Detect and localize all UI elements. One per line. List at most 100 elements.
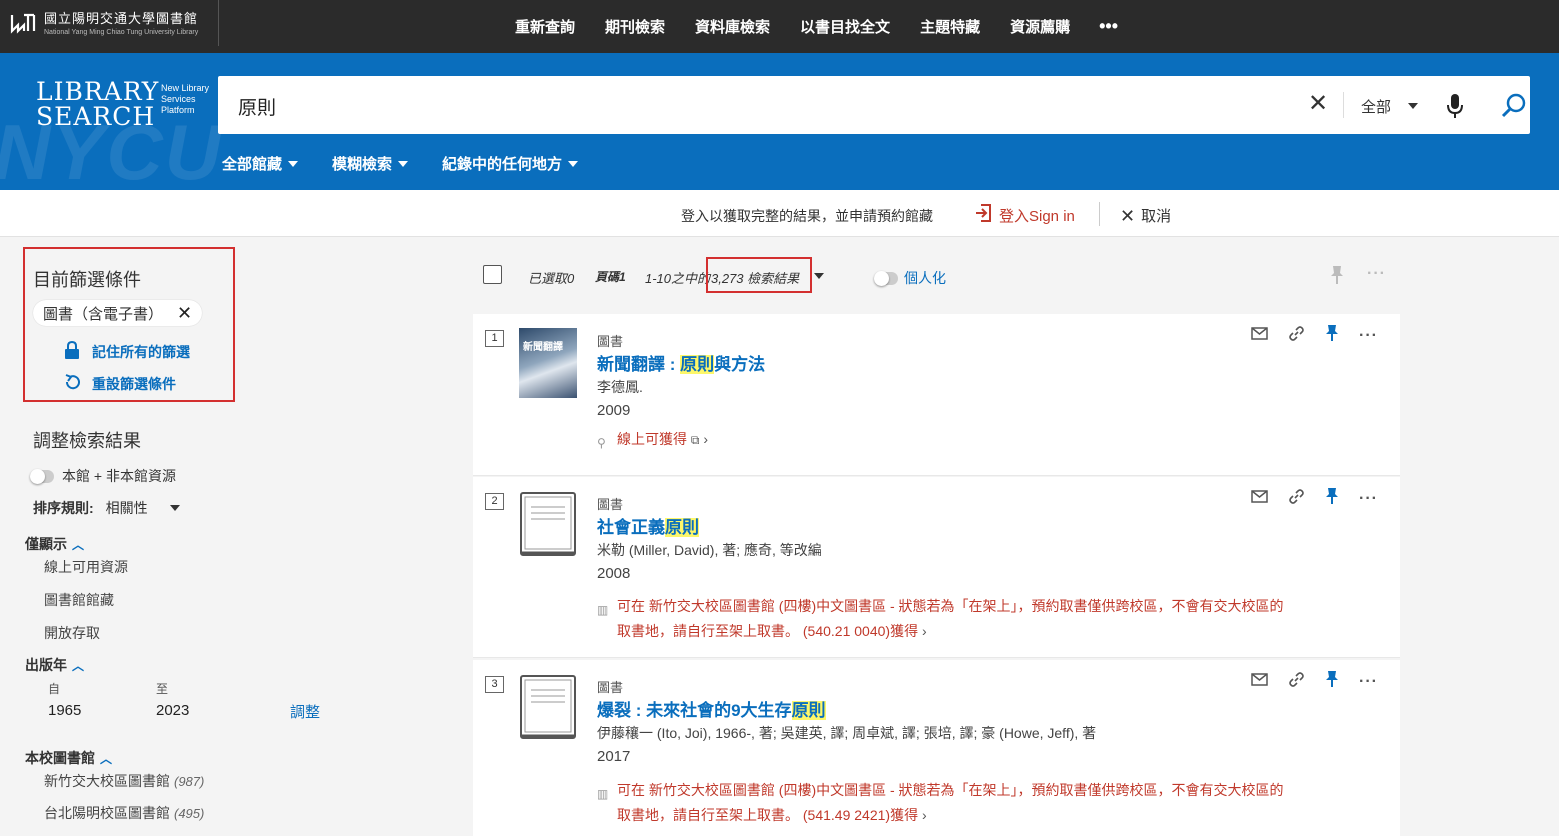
logo-divider	[218, 0, 219, 46]
email-icon[interactable]	[1251, 326, 1268, 345]
result-number: 2	[485, 493, 504, 510]
facet-library-count: (495)	[174, 806, 205, 821]
nav-journal-search[interactable]: 期刊檢索	[605, 16, 665, 37]
search-box: 原則 ✕ 全部	[218, 76, 1530, 134]
email-icon[interactable]	[1251, 672, 1268, 691]
pin-icon[interactable]	[1325, 324, 1339, 347]
highlight-box-count	[706, 257, 812, 293]
facet-library-item[interactable]: 新竹交大校區圖書館 (987)	[44, 771, 204, 791]
result-item[interactable]: 3 圖書 爆裂 : 未來社會的9大生存原則 伊藤穰一 (Ito, Joi), 1…	[473, 660, 1400, 836]
pin-query-icon[interactable]	[1330, 265, 1344, 290]
scope-select[interactable]: 全部	[1361, 96, 1391, 117]
field-filter-label: 紀錄中的任何地方	[442, 156, 563, 173]
year-apply-button[interactable]: 調整	[290, 701, 320, 722]
chevron-right-icon: ›	[921, 807, 927, 823]
expand-results-toggle-row[interactable]: 本館 + 非本館資源	[30, 466, 176, 486]
result-title-part: 爆裂 : 未來社會的9大生存	[597, 701, 792, 720]
result-title-part: 新聞翻譯 :	[597, 355, 681, 374]
facet-year-header[interactable]: 出版年 ︿	[25, 655, 84, 675]
email-icon[interactable]	[1251, 489, 1268, 508]
result-year: 2008	[597, 565, 631, 582]
logo-name-zh: 國立陽明交通大學圖書館	[44, 11, 199, 26]
signin-button[interactable]: 登入Sign in	[975, 204, 1075, 226]
availability-text-cont: 取書地，請自行至架上取書。 (540.21 0040)獲得	[617, 623, 919, 639]
nav-more-icon[interactable]: •••	[1099, 16, 1118, 37]
result-title-part: 與方法	[714, 355, 766, 374]
chevron-down-icon	[568, 160, 579, 167]
toolbar-more-icon[interactable]: ···	[1367, 265, 1386, 283]
nav-purchase-request[interactable]: 資源薦購	[1010, 16, 1070, 37]
facet-item-online[interactable]: 線上可用資源	[44, 557, 128, 577]
year-to-label: 至	[156, 682, 169, 696]
more-actions-icon[interactable]: ···	[1359, 673, 1378, 691]
book-cover-image[interactable]: 新聞翻譯	[519, 328, 577, 398]
result-number: 1	[485, 330, 504, 347]
select-all-checkbox[interactable]	[483, 265, 502, 284]
sort-select[interactable]: 相關性	[106, 498, 148, 518]
book-placeholder-icon[interactable]	[519, 491, 577, 561]
facet-show-only-header[interactable]: 僅顯示 ︿	[25, 534, 84, 554]
library-logo[interactable]: 國立陽明交通大學圖書館 National Yang Ming Chiao Tun…	[10, 8, 198, 36]
more-actions-icon[interactable]: ···	[1359, 327, 1378, 345]
facet-library-header[interactable]: 本校圖書館 ︿	[25, 748, 112, 768]
result-item[interactable]: 1 新聞翻譯 圖書 新聞翻譯 : 原則與方法 李德鳳. 2009 ⚲ 線上可獲得…	[473, 314, 1400, 476]
clear-search-icon[interactable]: ✕	[1308, 92, 1328, 116]
pin-icon[interactable]	[1325, 670, 1339, 693]
nav-database-search[interactable]: 資料庫檢索	[695, 16, 770, 37]
result-author: 李德鳳.	[597, 379, 643, 395]
remove-filter-icon[interactable]: ✕	[177, 303, 192, 324]
result-item[interactable]: 2 圖書 社會正義原則 米勒 (Miller, David), 著; 應奇, 等…	[473, 477, 1400, 658]
facet-item-open-access[interactable]: 開放存取	[44, 623, 100, 643]
permalink-icon[interactable]	[1288, 671, 1305, 693]
result-title-link[interactable]: 爆裂 : 未來社會的9大生存原則	[597, 696, 826, 721]
close-icon: ✕	[1120, 205, 1136, 226]
fuzzy-search-dropdown[interactable]: 模糊檢索	[332, 153, 409, 174]
result-author: 伊藤穰一 (Ito, Joi), 1966-, 著; 吳建英, 譯; 周卓斌, …	[597, 725, 1097, 741]
remember-filters-link[interactable]: 記住所有的篩選	[62, 340, 190, 363]
availability-link[interactable]: ⚲ 線上可獲得 ⧉ ›	[597, 427, 1337, 453]
signin-bar: 登入以獲取完整的結果，並申請預約館藏 登入Sign in ✕ 取消	[0, 190, 1559, 237]
facet-library-name: 台北陽明校區圖書館	[44, 805, 170, 821]
active-filter-chip[interactable]: 圖書（含電子書） ✕	[33, 300, 203, 326]
permalink-icon[interactable]	[1288, 488, 1305, 510]
nav-citation-linker[interactable]: 以書目找全文	[800, 16, 890, 37]
reset-filters-link[interactable]: 重設篩選條件	[62, 373, 176, 394]
sort-row[interactable]: 排序規則: 相關性	[33, 498, 180, 518]
facet-item-library[interactable]: 圖書館館藏	[44, 590, 114, 610]
chevron-down-icon[interactable]	[169, 505, 180, 511]
library-search-brand[interactable]: LIBRARY SEARCH New Library Services Plat…	[36, 79, 209, 129]
search-input[interactable]: 原則	[238, 93, 276, 120]
personalize-toggle-row[interactable]: 個人化	[874, 268, 946, 288]
facet-library-count: (987)	[174, 774, 205, 789]
chevron-right-icon: ›	[921, 623, 927, 639]
result-title-link[interactable]: 新聞翻譯 : 原則與方法	[597, 350, 765, 375]
year-from-label: 自	[48, 682, 61, 696]
personalize-toggle[interactable]	[874, 270, 898, 286]
search-icon[interactable]	[1501, 93, 1527, 124]
microphone-icon[interactable]	[1446, 93, 1464, 124]
result-title-link[interactable]: 社會正義原則	[597, 513, 699, 538]
expand-results-toggle[interactable]	[30, 468, 54, 484]
facet-library-item[interactable]: 台北陽明校區圖書館 (495)	[44, 803, 204, 823]
availability-text-cont: 取書地，請自行至架上取書。 (541.49 2421)獲得	[617, 807, 919, 823]
nav-new-search[interactable]: 重新查詢	[515, 16, 575, 37]
year-from-input[interactable]: 1965	[48, 702, 81, 719]
result-type: 圖書	[597, 334, 624, 349]
more-actions-icon[interactable]: ···	[1359, 490, 1378, 508]
year-to-input[interactable]: 2023	[156, 702, 189, 719]
permalink-icon[interactable]	[1288, 325, 1305, 347]
availability-link[interactable]: ▥ 可在 新竹交大校區圖書館 (四樓)中文圖書區 - 狀態若為「在架上」，預約取…	[597, 594, 1337, 644]
dismiss-button[interactable]: ✕ 取消	[1120, 205, 1171, 226]
scope-caret-icon[interactable]	[1408, 103, 1418, 109]
availability-link[interactable]: ▥ 可在 新竹交大校區圖書館 (四樓)中文圖書區 - 狀態若為「在架上」，預約取…	[597, 778, 1337, 828]
book-placeholder-icon[interactable]	[519, 674, 577, 744]
facet-library-title: 本校圖書館	[25, 750, 95, 766]
results-count-caret-icon[interactable]	[814, 273, 824, 279]
pin-icon[interactable]	[1325, 487, 1339, 510]
expand-results-label: 本館 + 非本館資源	[62, 468, 176, 484]
field-filter-dropdown[interactable]: 紀錄中的任何地方	[442, 153, 579, 174]
sign-in-icon	[975, 204, 991, 226]
collection-filter-dropdown[interactable]: 全部館藏	[222, 153, 299, 174]
nav-special-collections[interactable]: 主題特藏	[920, 16, 980, 37]
search-header: NYCU LIBRARY SEARCH New Library Services…	[0, 53, 1559, 190]
